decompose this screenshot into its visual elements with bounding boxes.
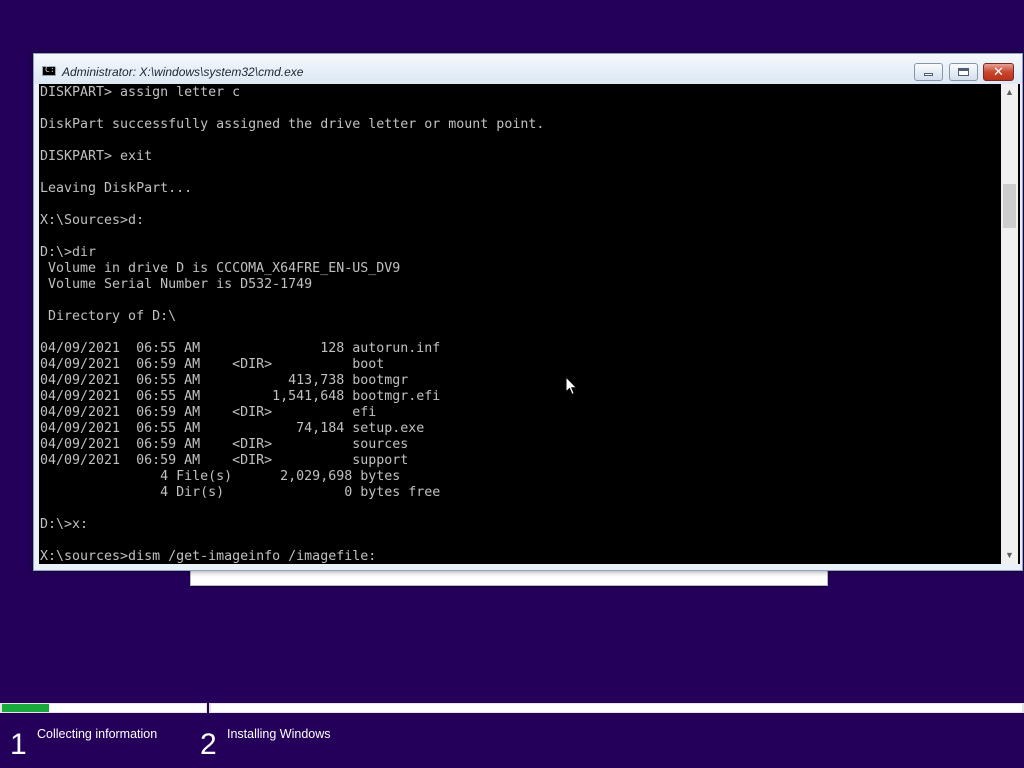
scroll-up-icon[interactable]: ▲ [1001,84,1018,101]
progress-step2-track [211,704,1022,712]
vertical-scrollbar[interactable]: ▲ ▼ [1001,84,1018,564]
maximize-icon [958,68,969,76]
close-icon: ✕ [993,64,1004,80]
console-area[interactable]: DISKPART> assign letter c DiskPart succe… [39,84,1020,564]
cmd-icon: C:\ [42,65,59,76]
cmd-window[interactable]: C:\ Administrator: X:\windows\system32\c… [33,53,1023,571]
step-label: Installing Windows [227,727,331,741]
console-output[interactable]: DISKPART> assign letter c DiskPart succe… [40,85,995,563]
minimize-button[interactable] [914,63,943,81]
scroll-thumb[interactable] [1003,184,1016,228]
step-number: 2 [200,728,217,761]
close-button[interactable]: ✕ [983,63,1014,81]
window-title: Administrator: X:\windows\system32\cmd.e… [62,65,304,79]
mouse-pointer-icon [565,376,577,396]
title-bar[interactable]: C:\ Administrator: X:\windows\system32\c… [34,54,1022,84]
progress-fill [2,704,49,712]
scroll-down-icon[interactable]: ▼ [1001,547,1018,564]
progress-separator [207,701,209,715]
minimize-icon [924,72,933,76]
maximize-button[interactable] [949,63,978,81]
progress-step1-track [2,704,206,712]
step-number: 1 [10,728,27,761]
setup-progress-bar [0,701,1024,715]
step-label: Collecting information [37,727,158,741]
